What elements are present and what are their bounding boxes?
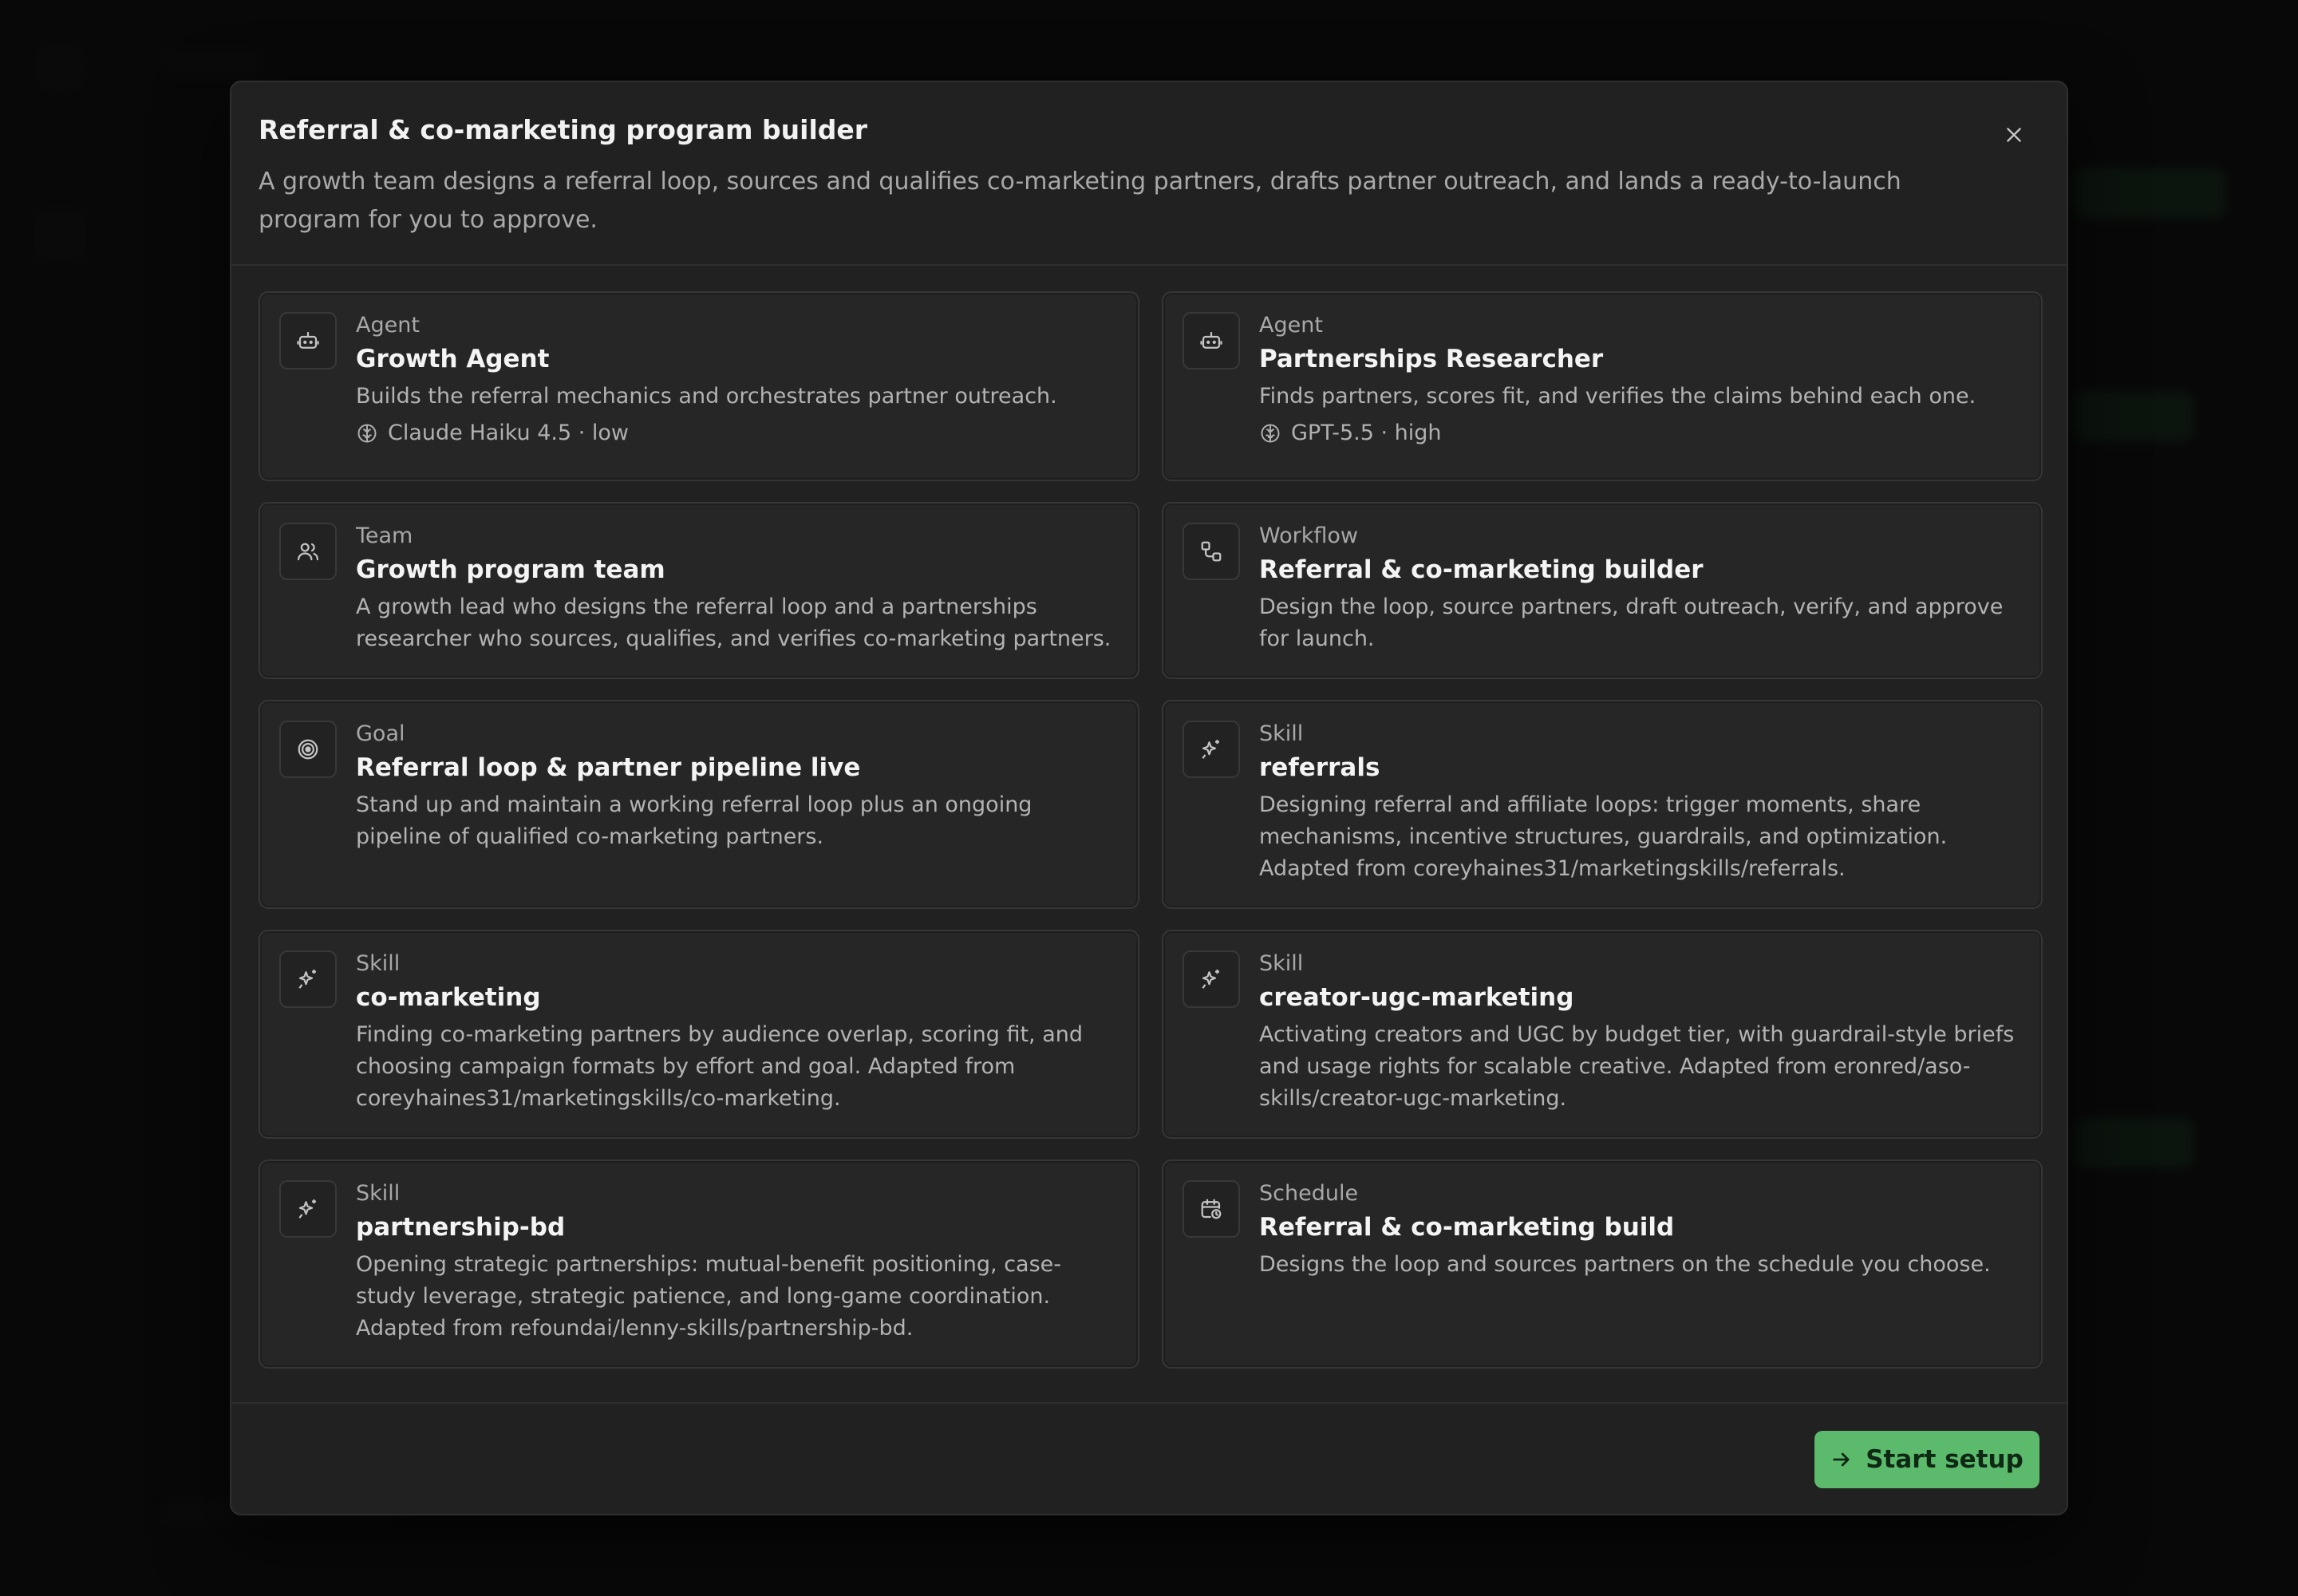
card-title: Growth program team (356, 555, 665, 584)
component-grid: Agent Growth Agent Builds the referral m… (259, 291, 2043, 1369)
workflow-icon (1183, 523, 1240, 580)
card-description: A growth lead who designs the referral l… (356, 595, 1111, 651)
card-title: co-marketing (356, 983, 541, 1012)
card-kind: Team (356, 523, 413, 548)
card-kind: Goal (356, 721, 405, 746)
card-title: referrals (1259, 753, 1380, 782)
card-kind: Schedule (1259, 1181, 1359, 1206)
card-goal[interactable]: Goal Referral loop & partner pipeline li… (259, 700, 1139, 909)
card-partnerships-researcher[interactable]: Agent Partnerships Researcher Finds part… (1162, 291, 2043, 481)
card-description: Design the loop, source partners, draft … (1259, 595, 2004, 651)
card-description: Finding co-marketing partners by audienc… (356, 1022, 1083, 1111)
model-label: Claude Haiku 4.5 · low (388, 421, 629, 445)
card-referral-workflow[interactable]: Workflow Referral & co-marketing builder… (1162, 502, 2043, 679)
card-skill-creator-ugc-marketing[interactable]: Skill creator-ugc-marketing Activating c… (1162, 930, 2043, 1139)
card-skill-referrals[interactable]: Skill referrals Designing referral and a… (1162, 700, 2043, 909)
card-description: Stand up and maintain a working referral… (356, 792, 1033, 849)
card-growth-program-team[interactable]: Team Growth program team A growth lead w… (259, 502, 1139, 679)
card-description: Activating creators and UGC by budget ti… (1259, 1022, 2015, 1111)
card-title: partnership-bd (356, 1213, 566, 1242)
robot-icon (279, 312, 337, 369)
card-kind: Workflow (1259, 523, 1358, 548)
card-skill-partnership-bd[interactable]: Skill partnership-bd Opening strategic p… (259, 1159, 1139, 1369)
card-kind: Agent (356, 313, 420, 338)
card-title: creator-ugc-marketing (1259, 983, 1574, 1012)
sparkle-icon (279, 950, 337, 1008)
robot-icon (1183, 312, 1240, 369)
card-title: Referral & co-marketing builder (1259, 555, 1704, 584)
close-button[interactable] (1998, 119, 2030, 151)
card-kind: Skill (356, 951, 401, 976)
card-title: Referral loop & partner pipeline live (356, 753, 861, 782)
card-schedule[interactable]: Schedule Referral & co-marketing build D… (1162, 1159, 2043, 1369)
dialog-header: Referral & co-marketing program builder … (231, 82, 2067, 266)
card-kind: Agent (1259, 313, 1323, 338)
sparkle-icon (1183, 721, 1240, 778)
model-label: GPT-5.5 · high (1291, 421, 1442, 445)
dialog-footer: Start setup (231, 1402, 2067, 1514)
model-info: GPT-5.5 · high (1259, 417, 2019, 449)
start-setup-button[interactable]: Start setup (1814, 1431, 2039, 1488)
brain-icon (1261, 424, 1280, 443)
card-description: Designing referral and affiliate loops: … (1259, 792, 1948, 881)
dialog-description: A growth team designs a referral loop, s… (259, 168, 1901, 234)
calendar-clock-icon (1183, 1180, 1240, 1238)
model-info: Claude Haiku 4.5 · low (356, 417, 1115, 449)
target-icon (279, 721, 337, 778)
card-description: Opening strategic partnerships: mutual-b… (356, 1252, 1061, 1341)
arrow-right-icon (1833, 1452, 1850, 1467)
sparkle-icon (1183, 950, 1240, 1008)
program-builder-dialog: Referral & co-marketing program builder … (230, 81, 2068, 1515)
start-setup-label: Start setup (1866, 1445, 2024, 1474)
card-skill-co-marketing[interactable]: Skill co-marketing Finding co-marketing … (259, 930, 1139, 1139)
card-description: Builds the referral mechanics and orches… (356, 384, 1057, 409)
close-icon (2007, 128, 2021, 142)
card-kind: Skill (1259, 951, 1304, 976)
card-kind: Skill (1259, 721, 1304, 746)
brain-icon (357, 424, 377, 443)
dialog-title: Referral & co-marketing program builder (259, 114, 868, 145)
sparkle-icon (279, 1180, 337, 1238)
card-description: Finds partners, scores fit, and verifies… (1259, 384, 1976, 409)
card-description: Designs the loop and sources partners on… (1259, 1252, 1991, 1277)
card-title: Referral & co-marketing build (1259, 1213, 1675, 1242)
card-kind: Skill (356, 1181, 401, 1206)
card-growth-agent[interactable]: Agent Growth Agent Builds the referral m… (259, 291, 1139, 481)
users-icon (279, 523, 337, 580)
card-title: Partnerships Researcher (1259, 345, 1604, 373)
card-title: Growth Agent (356, 345, 550, 373)
